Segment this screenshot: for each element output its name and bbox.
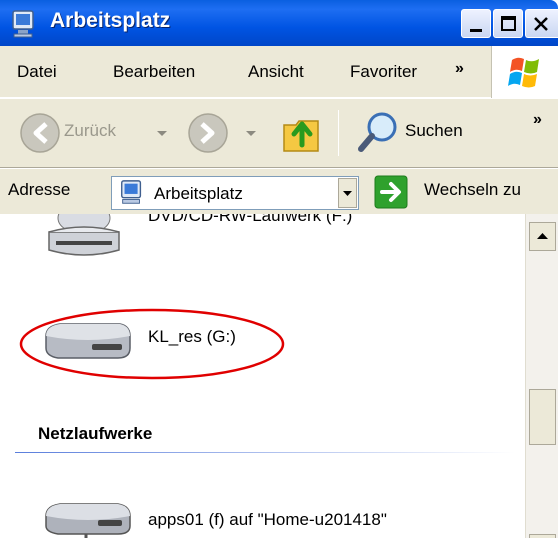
- go-arrow-icon[interactable]: [374, 175, 408, 209]
- address-bar: Adresse Arbeitsplatz Wechseln zu: [0, 168, 558, 214]
- item-label-network-drive[interactable]: apps01 (f) auf "Home-u201418": [148, 510, 387, 530]
- title-bar[interactable]: Arbeitsplatz: [0, 0, 558, 46]
- forward-arrow-icon[interactable]: [186, 111, 230, 155]
- file-list: DVD/CD-RW-Laufwerk (F:) KL_res (G:) Netz…: [0, 214, 525, 538]
- menu-bearbeiten[interactable]: Bearbeiten: [113, 62, 195, 82]
- menu-ansicht[interactable]: Ansicht: [248, 62, 304, 82]
- toolbar-overflow-chevron-icon[interactable]: »: [533, 111, 542, 129]
- maximize-icon: [501, 16, 516, 31]
- minimize-button[interactable]: [461, 9, 491, 38]
- address-value: Arbeitsplatz: [154, 184, 243, 203]
- back-dropdown-icon[interactable]: [155, 129, 169, 139]
- minimize-icon: [470, 29, 482, 32]
- computer-icon: [12, 10, 34, 38]
- close-icon: [534, 17, 548, 31]
- vertical-scrollbar[interactable]: [525, 214, 558, 538]
- search-label[interactable]: Suchen: [405, 121, 463, 141]
- toolbar: Zurück Suchen »: [0, 98, 558, 168]
- menu-favoriten[interactable]: Favoriter: [350, 62, 417, 82]
- menu-bar: Datei Bearbeiten Ansicht Favoriter »: [0, 46, 558, 98]
- scroll-up-button[interactable]: [529, 222, 556, 251]
- maximize-button[interactable]: [493, 9, 523, 38]
- group-header-netzlaufwerke: Netzlaufwerke: [38, 424, 153, 443]
- search-icon[interactable]: [355, 109, 401, 157]
- go-button-label[interactable]: Wechseln zu: [424, 180, 521, 200]
- highlight-ellipse: [19, 308, 285, 380]
- network-drive-icon[interactable]: [40, 496, 136, 538]
- window-title: Arbeitsplatz: [50, 9, 171, 32]
- group-divider: [15, 452, 515, 453]
- forward-dropdown-icon[interactable]: [244, 129, 258, 139]
- menu-overflow-chevron-icon[interactable]: »: [455, 60, 464, 78]
- item-label-cd-drive[interactable]: DVD/CD-RW-Laufwerk (F:): [148, 214, 352, 226]
- menu-datei[interactable]: Datei: [17, 62, 57, 82]
- address-label: Adresse: [8, 180, 71, 199]
- back-arrow-icon[interactable]: [18, 111, 62, 155]
- windows-logo: [491, 46, 558, 98]
- back-label[interactable]: Zurück: [64, 121, 116, 141]
- address-field[interactable]: Arbeitsplatz: [111, 176, 359, 210]
- cd-drive-icon[interactable]: [44, 214, 124, 264]
- scroll-down-button[interactable]: [529, 534, 556, 538]
- scroll-thumb[interactable]: [529, 389, 556, 445]
- address-dropdown-button[interactable]: [338, 178, 357, 208]
- arrow-up-icon: [537, 233, 548, 239]
- folder-up-icon[interactable]: [280, 109, 324, 155]
- computer-icon: [121, 180, 142, 204]
- close-button[interactable]: [525, 9, 558, 38]
- toolbar-separator: [338, 110, 339, 156]
- chevron-down-icon: [343, 191, 352, 196]
